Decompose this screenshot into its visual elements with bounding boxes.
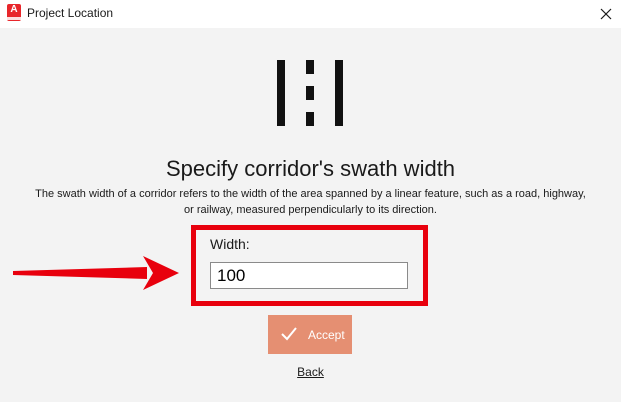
app-logo-icon: A: [7, 4, 21, 21]
accept-button[interactable]: Accept: [268, 315, 352, 354]
window-title: Project Location: [27, 6, 114, 20]
close-button[interactable]: [591, 0, 621, 28]
back-link-container: Back: [0, 365, 621, 379]
checkmark-icon: [281, 327, 297, 341]
width-label: Width:: [210, 236, 250, 252]
back-link[interactable]: Back: [297, 365, 324, 379]
width-input[interactable]: [210, 262, 408, 289]
road-swath-icon: [277, 60, 343, 126]
page-heading: Specify corridor's swath width: [165, 156, 456, 181]
title-bar: A Project Location: [0, 0, 621, 28]
close-icon: [600, 8, 612, 20]
dialog-content: Specify corridor's swath width The swath…: [0, 28, 621, 402]
arrow-right-icon: [13, 256, 179, 290]
description-text: The swath width of a corridor refers to …: [35, 188, 586, 216]
accept-button-label: Accept: [308, 328, 345, 342]
